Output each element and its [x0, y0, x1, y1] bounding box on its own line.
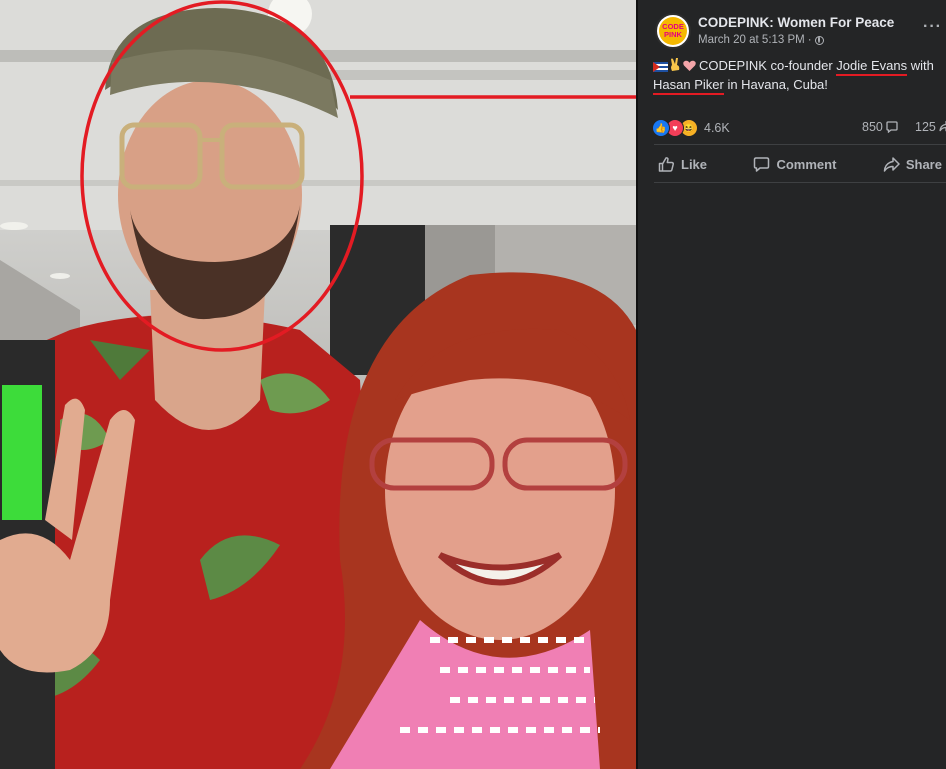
post-panel: CODE PINK CODEPINK: Women For Peace Marc…: [636, 0, 946, 769]
globe-icon: [814, 35, 824, 45]
like-icon: 👍: [652, 119, 670, 137]
stats-divider: [654, 144, 946, 145]
post-text: CODEPINK co-founder Jodie Evans with Has…: [653, 56, 945, 95]
comment-bubble-icon: [886, 121, 898, 133]
photo-illustration: [0, 0, 636, 769]
share-label: Share: [905, 156, 942, 172]
comments-count: 850: [862, 120, 883, 134]
actions-divider: [654, 182, 946, 183]
comment-icon: [754, 156, 770, 172]
comment-label: Comment: [776, 156, 837, 172]
more-options-icon[interactable]: ···: [923, 18, 942, 36]
codepink-logo: CODE PINK: [659, 17, 687, 45]
comment-button[interactable]: Comment: [749, 150, 840, 178]
heart-icon: [683, 60, 696, 71]
like-button[interactable]: Like: [654, 150, 711, 178]
post-timestamp[interactable]: March 20 at 5:13 PM: [698, 34, 805, 46]
share-arrow-icon: [939, 121, 946, 132]
share-button[interactable]: Share: [879, 150, 946, 178]
meta-separator: ·: [807, 34, 812, 46]
share-icon: [883, 156, 900, 172]
reactions-count: 4.6K: [704, 121, 730, 135]
post-meta: March 20 at 5:13 PM ·: [698, 34, 824, 46]
cuba-flag-icon: [653, 62, 668, 72]
page-name-link[interactable]: CODEPINK: Women For Peace: [698, 15, 894, 30]
tag-hasan-piker[interactable]: Hasan Piker: [653, 77, 724, 95]
victory-hand-icon: [671, 58, 680, 71]
post-text-with: with: [910, 58, 934, 73]
shares-count: 125: [915, 120, 936, 134]
tag-jodie-evans[interactable]: Jodie Evans: [836, 58, 908, 76]
post-photo[interactable]: [0, 0, 636, 769]
page-avatar[interactable]: CODE PINK: [655, 13, 691, 49]
thumbs-up-icon: [658, 156, 674, 172]
post-text-location: in Havana, Cuba!: [727, 77, 828, 92]
shares-count-link[interactable]: 125: [915, 120, 946, 134]
reactions-summary[interactable]: 👍 ♥ 😆 4.6K: [652, 119, 730, 137]
logo-text-pink: PINK: [664, 30, 682, 39]
comments-count-link[interactable]: 850: [862, 120, 898, 134]
post-text-intro: CODEPINK co-founder: [699, 58, 833, 73]
like-label: Like: [681, 156, 708, 172]
post-actions: Like Comment Share: [654, 150, 946, 178]
